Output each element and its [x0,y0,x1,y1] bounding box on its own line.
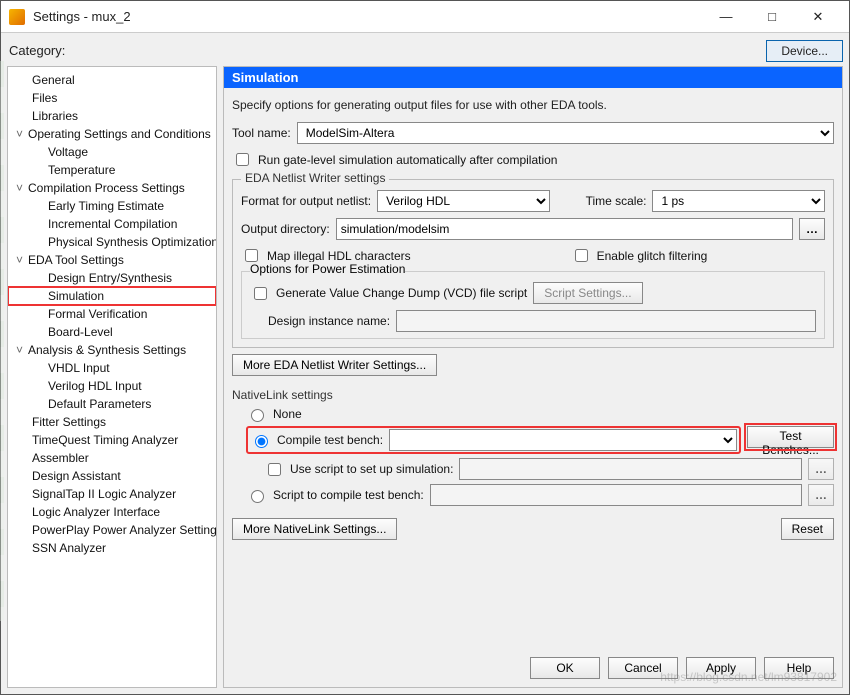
tree-phys-synth[interactable]: Physical Synthesis Optimization [8,233,216,251]
category-tree[interactable]: General Files Libraries ˅Operating Setti… [7,66,217,688]
use-script-input [459,458,802,480]
timescale-select[interactable]: 1 ps [652,190,825,212]
tree-verilog-input[interactable]: Verilog HDL Input [8,377,216,395]
eda-netlist-legend: EDA Netlist Writer settings [241,171,389,185]
window-title: Settings - mux_2 [33,9,703,24]
tree-voltage[interactable]: Voltage [8,143,216,161]
timescale-label: Time scale: [586,194,647,208]
output-dir-input[interactable] [336,218,793,240]
tree-ssn[interactable]: SSN Analyzer [8,539,216,557]
close-button[interactable]: ✕ [795,2,841,32]
ok-button[interactable]: OK [530,657,600,679]
dialog-footer: OK Cancel Apply Help [224,649,842,687]
chevron-down-icon: ˅ [16,126,28,142]
category-label: Category: [7,39,766,62]
nativelink-none-label: None [273,407,302,421]
map-illegal-checkbox[interactable] [245,249,258,262]
design-instance-input [396,310,816,332]
gen-vcd-label: Generate Value Change Dump (VCD) file sc… [276,286,527,300]
chevron-down-icon: ˅ [16,342,28,358]
tree-temperature[interactable]: Temperature [8,161,216,179]
gen-vcd-checkbox[interactable] [254,287,267,300]
tree-comp-proc[interactable]: ˅Compilation Process Settings [8,179,216,197]
tree-simulation[interactable]: Simulation [8,287,216,305]
enable-glitch-checkbox[interactable] [575,249,588,262]
script-settings-button: Script Settings... [533,282,642,304]
tree-files[interactable]: Files [8,89,216,107]
tree-incr-comp[interactable]: Incremental Compilation [8,215,216,233]
script-compile-input [430,484,802,506]
minimize-button[interactable]: — [703,2,749,32]
output-dir-browse-button[interactable]: … [799,218,825,240]
design-instance-label: Design instance name: [268,314,390,328]
chevron-down-icon: ˅ [16,252,28,268]
more-nativelink-button[interactable]: More NativeLink Settings... [232,518,397,540]
power-estimation-fieldset: Options for Power Estimation Generate Va… [241,271,825,339]
map-illegal-label: Map illegal HDL characters [267,249,411,263]
tree-formal-ver[interactable]: Formal Verification [8,305,216,323]
tree-logic-ana-if[interactable]: Logic Analyzer Interface [8,503,216,521]
tree-powerplay[interactable]: PowerPlay Power Analyzer Settings [8,521,216,539]
tool-name-select[interactable]: ModelSim-Altera [297,122,834,144]
tree-default-params[interactable]: Default Parameters [8,395,216,413]
nativelink-fieldset: NativeLink settings None Compile test be… [232,386,834,508]
chevron-down-icon: ˅ [16,180,28,196]
tool-name-label: Tool name: [232,126,291,140]
tree-vhdl-input[interactable]: VHDL Input [8,359,216,377]
enable-glitch-label: Enable glitch filtering [597,249,708,263]
background-ghost [0,61,4,621]
device-button[interactable]: Device... [766,40,843,62]
run-gate-level-label: Run gate-level simulation automatically … [258,153,557,167]
panel-description: Specify options for generating output fi… [224,88,842,122]
titlebar: Settings - mux_2 — □ ✕ [1,1,849,33]
use-script-checkbox[interactable] [268,463,281,476]
compile-testbench-label: Compile test bench: [277,433,383,447]
tree-libraries[interactable]: Libraries [8,107,216,125]
more-eda-settings-button[interactable]: More EDA Netlist Writer Settings... [232,354,437,376]
compile-testbench-highlight: Compile test bench: [246,426,741,454]
help-button[interactable]: Help [764,657,834,679]
app-icon [9,9,25,25]
power-legend: Options for Power Estimation [250,262,405,276]
tree-assembler[interactable]: Assembler [8,449,216,467]
tree-design-entry[interactable]: Design Entry/Synthesis [8,269,216,287]
test-benches-button[interactable]: Test Benches... [747,426,834,448]
run-gate-level-checkbox[interactable] [236,153,249,166]
tree-op-settings[interactable]: ˅Operating Settings and Conditions [8,125,216,143]
tree-eda-tool[interactable]: ˅EDA Tool Settings [8,251,216,269]
cancel-button[interactable]: Cancel [608,657,678,679]
tree-design-assist[interactable]: Design Assistant [8,467,216,485]
tree-board-level[interactable]: Board-Level [8,323,216,341]
use-script-browse-button: … [808,458,834,480]
script-compile-label: Script to compile test bench: [273,488,424,502]
tree-fitter[interactable]: Fitter Settings [8,413,216,431]
apply-button[interactable]: Apply [686,657,756,679]
format-select[interactable]: Verilog HDL [377,190,550,212]
panel-header: Simulation [224,67,842,88]
tree-early-timing[interactable]: Early Timing Estimate [8,197,216,215]
settings-panel: Simulation Specify options for generatin… [223,66,843,688]
compile-testbench-radio[interactable] [255,435,268,448]
reset-button[interactable]: Reset [781,518,834,540]
maximize-button[interactable]: □ [749,2,795,32]
output-dir-label: Output directory: [241,222,330,236]
nativelink-none-radio[interactable] [251,409,264,422]
tree-timequest[interactable]: TimeQuest Timing Analyzer [8,431,216,449]
script-compile-radio[interactable] [251,490,264,503]
testbench-select[interactable] [389,429,737,451]
script-compile-browse-button: … [808,484,834,506]
tree-analysis-synth[interactable]: ˅Analysis & Synthesis Settings [8,341,216,359]
tree-general[interactable]: General [8,71,216,89]
tree-signaltap[interactable]: SignalTap II Logic Analyzer [8,485,216,503]
use-script-label: Use script to set up simulation: [290,462,453,476]
eda-netlist-fieldset: EDA Netlist Writer settings Format for o… [232,179,834,348]
format-label: Format for output netlist: [241,194,371,208]
nativelink-legend: NativeLink settings [232,386,834,404]
